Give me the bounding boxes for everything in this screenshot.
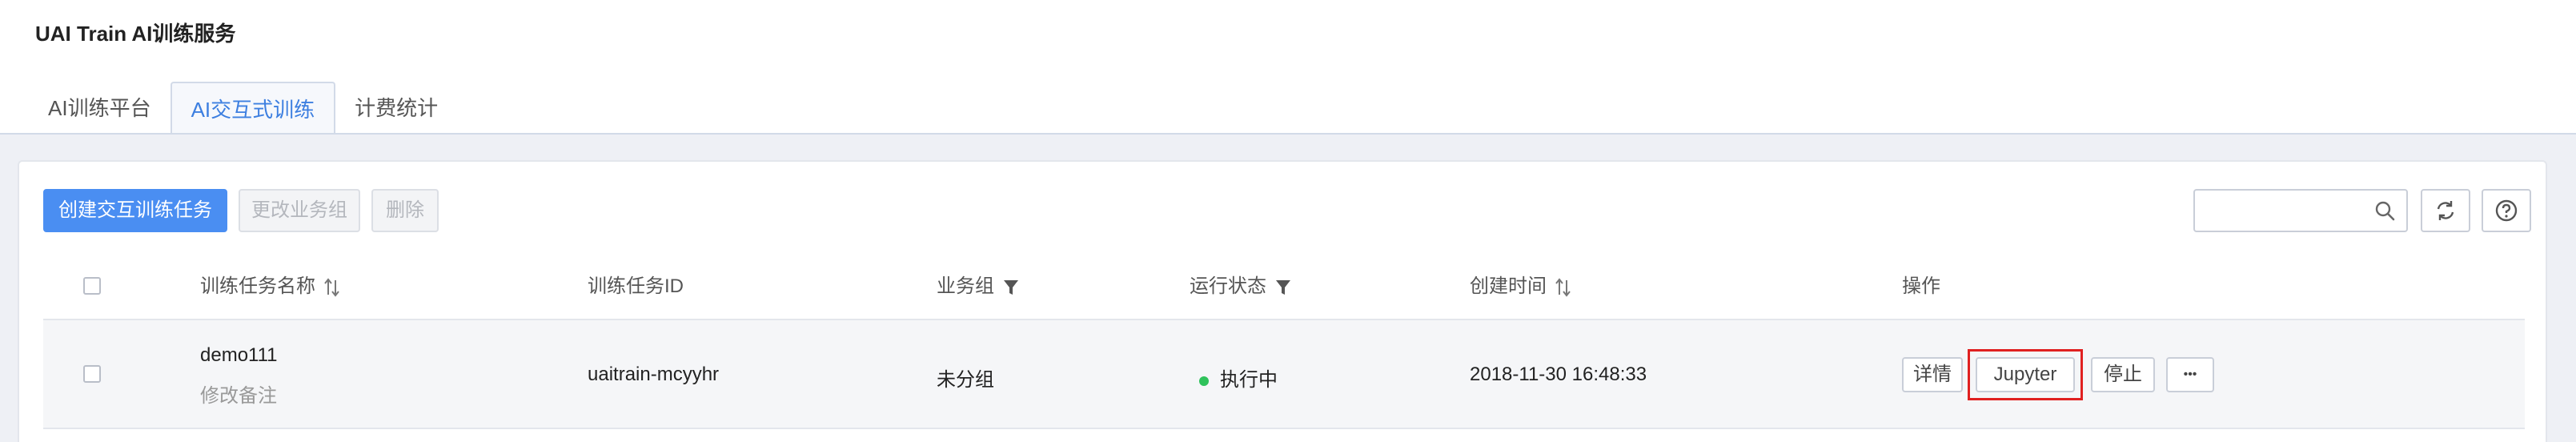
more-button[interactable]: ••• xyxy=(2166,357,2214,392)
column-label: 业务组 xyxy=(937,275,994,297)
column-header-task-name[interactable]: 训练任务名称 xyxy=(200,255,340,319)
detail-button[interactable]: 详情 xyxy=(1902,357,1963,392)
task-group: 未分组 xyxy=(937,369,994,391)
status-text: 执行中 xyxy=(1220,369,1278,391)
search-icon[interactable] xyxy=(2374,200,2395,225)
sort-icon[interactable] xyxy=(323,277,340,298)
column-header-created-time[interactable]: 创建时间 xyxy=(1470,255,1571,319)
table-header: 训练任务名称 训练任务ID 业务组 运行状态 创建时间 操作 xyxy=(43,255,2525,320)
filter-icon[interactable] xyxy=(1003,279,1019,296)
column-header-actions: 操作 xyxy=(1902,275,1940,297)
filter-icon[interactable] xyxy=(1275,279,1291,296)
tab-ai-training-platform[interactable]: AI训练平台 xyxy=(29,82,171,135)
task-panel: 创建交互训练任务 更改业务组 删除 训练任务名称 训练任务ID 业务组 运行状态… xyxy=(18,160,2547,442)
column-header-task-id: 训练任务ID xyxy=(588,275,684,297)
stop-button[interactable]: 停止 xyxy=(2091,357,2155,392)
task-created-time: 2018-11-30 16:48:33 xyxy=(1470,364,1647,385)
sort-icon[interactable] xyxy=(1555,277,1571,298)
column-header-group[interactable]: 业务组 xyxy=(937,255,1019,319)
task-name[interactable]: demo111 xyxy=(200,344,278,367)
tab-divider xyxy=(0,133,2576,135)
select-all-checkbox[interactable] xyxy=(83,277,101,295)
tab-ai-interactive-training[interactable]: AI交互式训练 xyxy=(170,82,336,135)
help-icon xyxy=(2495,199,2518,222)
column-label: 训练任务名称 xyxy=(200,275,315,297)
tab-bar: AI训练平台 AI交互式训练 计费统计 xyxy=(29,82,457,135)
search-box xyxy=(2193,189,2408,232)
row-checkbox[interactable] xyxy=(83,365,101,383)
column-header-status[interactable]: 运行状态 xyxy=(1190,255,1291,319)
table-row: demo111 修改备注 uaitrain-mcyyhr 未分组 执行中 201… xyxy=(43,320,2525,429)
column-label: 创建时间 xyxy=(1470,275,1547,297)
column-label: 运行状态 xyxy=(1190,275,1266,297)
status-dot xyxy=(1199,376,1209,386)
help-button[interactable] xyxy=(2482,189,2531,232)
change-group-button[interactable]: 更改业务组 xyxy=(239,189,360,232)
tab-billing-statistics[interactable]: 计费统计 xyxy=(335,82,457,135)
jupyter-highlight-box xyxy=(1968,349,2083,400)
page-title: UAI Train AI训练服务 xyxy=(35,22,236,46)
search-input[interactable] xyxy=(2203,197,2363,224)
task-status: 执行中 xyxy=(1199,364,1278,392)
refresh-icon xyxy=(2437,201,2454,220)
create-interactive-task-button[interactable]: 创建交互训练任务 xyxy=(43,189,227,232)
refresh-button[interactable] xyxy=(2421,189,2470,232)
edit-remark-link[interactable]: 修改备注 xyxy=(200,380,277,408)
delete-button[interactable]: 删除 xyxy=(371,189,439,232)
task-id: uaitrain-mcyyhr xyxy=(588,364,720,385)
